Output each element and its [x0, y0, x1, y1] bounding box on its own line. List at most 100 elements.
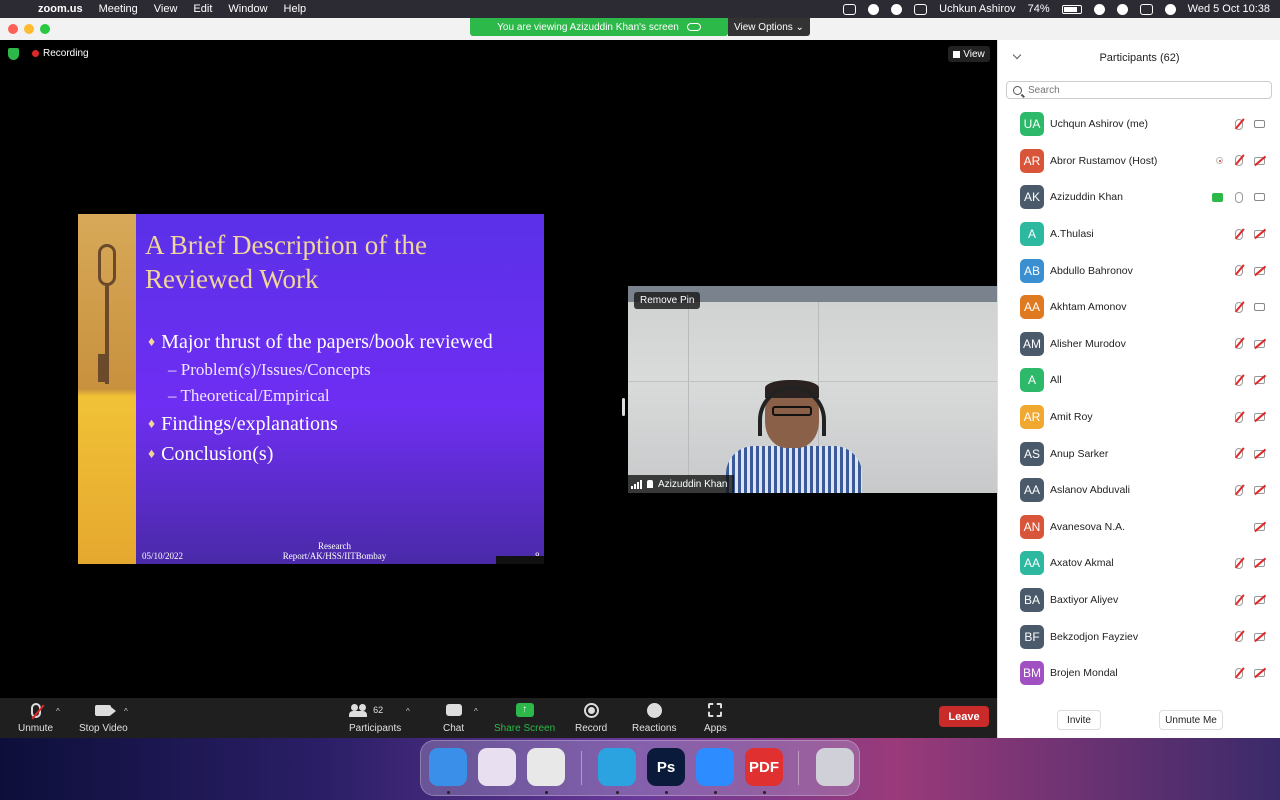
video-camera-off-icon[interactable] [1254, 266, 1265, 275]
menu-help[interactable]: Help [284, 3, 307, 15]
chat-options-caret[interactable]: ^ [474, 707, 478, 716]
zoom-status-icon[interactable] [891, 3, 903, 15]
split-view-handle[interactable] [622, 398, 625, 416]
participant-row[interactable]: AA Akhtam Amonov [998, 289, 1280, 326]
shared-screen[interactable]: A Brief Description of the Reviewed Work… [0, 214, 622, 564]
screen-share-status-icon[interactable] [843, 3, 857, 15]
participants-button[interactable]: 62 Participants [349, 701, 401, 734]
close-window-button[interactable] [8, 24, 18, 34]
chevron-down-icon[interactable] [1012, 50, 1022, 60]
dock-app-zoom[interactable] [696, 748, 734, 786]
video-camera-icon[interactable] [1254, 303, 1265, 312]
microphone-muted-icon[interactable] [1235, 411, 1243, 423]
video-camera-icon[interactable] [1254, 193, 1265, 202]
hand-icon[interactable] [914, 3, 928, 15]
maximize-window-button[interactable] [40, 24, 50, 34]
menu-user-name[interactable]: Uchkun Ashirov [939, 3, 1015, 15]
microphone-muted-icon[interactable] [1235, 301, 1243, 313]
menu-window[interactable]: Window [228, 3, 267, 15]
participant-row[interactable]: A All [998, 362, 1280, 399]
microphone-muted-icon[interactable] [1235, 484, 1243, 496]
microphone-muted-icon[interactable] [1235, 594, 1243, 606]
microphone-muted-icon[interactable] [1235, 667, 1243, 679]
stop-video-button[interactable]: Stop Video [79, 701, 128, 734]
dock-app-pdf-expert[interactable]: PDF [745, 748, 783, 786]
participant-row[interactable]: AB Abdullo Bahronov [998, 252, 1280, 289]
share-screen-button[interactable]: ↑ Share Screen [494, 701, 555, 734]
creative-cloud-icon[interactable] [868, 3, 880, 15]
video-camera-off-icon[interactable] [1254, 632, 1265, 641]
participant-row[interactable]: A A.Thulasi [998, 216, 1280, 253]
video-camera-off-icon[interactable] [1254, 156, 1265, 165]
reactions-button[interactable]: Reactions [632, 701, 676, 734]
participant-row[interactable]: AA Aslanov Abduvali [998, 472, 1280, 509]
microphone-icon[interactable] [1235, 191, 1243, 203]
participant-row[interactable]: AN Avanesova N.A. [998, 509, 1280, 546]
microphone-muted-icon[interactable] [1235, 557, 1243, 569]
menu-meeting[interactable]: Meeting [99, 3, 138, 15]
participant-row[interactable]: BF Bekzodjon Fayziev [998, 618, 1280, 655]
menu-clock[interactable]: Wed 5 Oct 10:38 [1188, 3, 1270, 15]
dock-app-launchpad[interactable] [478, 748, 516, 786]
battery-icon[interactable] [1061, 4, 1082, 14]
video-camera-off-icon[interactable] [1254, 449, 1265, 458]
microphone-muted-icon[interactable] [1235, 338, 1243, 350]
search-input[interactable] [1028, 84, 1258, 96]
dock-app-chrome[interactable] [527, 748, 565, 786]
video-camera-off-icon[interactable] [1254, 669, 1265, 678]
spotlight-search-icon[interactable] [1116, 3, 1128, 15]
microphone-muted-icon[interactable] [1235, 631, 1243, 643]
participant-row[interactable]: BA Baxtiyor Aliyev [998, 582, 1280, 619]
presentation-controls[interactable]: ≡ ▴ ✕ [496, 556, 544, 564]
view-options-button[interactable]: View Options ⌄ [728, 18, 810, 36]
remove-pin-button[interactable]: Remove Pin [634, 292, 701, 309]
shield-icon[interactable] [8, 48, 19, 60]
participant-row[interactable]: AA Axatov Akmal [998, 545, 1280, 582]
apps-button[interactable]: Apps [704, 701, 727, 734]
microphone-muted-icon[interactable] [1235, 374, 1243, 386]
dock-app-finder[interactable] [429, 748, 467, 786]
participant-list[interactable]: UA Uchqun Ashirov (me) AR Abror Rustamov (H… [998, 106, 1280, 698]
microphone-muted-icon[interactable] [1235, 118, 1243, 130]
unmute-me-button[interactable]: Unmute Me [1159, 710, 1223, 730]
microphone-muted-icon[interactable] [1235, 228, 1243, 240]
video-camera-off-icon[interactable] [1254, 339, 1265, 348]
participant-row[interactable]: AK Azizuddin Khan [998, 179, 1280, 216]
participant-row[interactable]: AS Anup Sarker [998, 435, 1280, 472]
record-button[interactable]: Record [575, 701, 607, 734]
participant-row[interactable]: AM Alisher Murodov [998, 326, 1280, 363]
recording-indicator[interactable]: Recording [32, 48, 89, 59]
participant-row[interactable]: BM Brojen Mondal [998, 655, 1280, 692]
control-center-icon[interactable] [1139, 3, 1153, 15]
dock-app-trash[interactable] [816, 748, 854, 786]
invite-button[interactable]: Invite [1057, 710, 1101, 730]
menu-app-name[interactable]: zoom.us [38, 3, 83, 15]
participant-search[interactable] [1006, 81, 1272, 99]
video-camera-off-icon[interactable] [1254, 376, 1265, 385]
leave-button[interactable]: Leave [939, 706, 989, 727]
video-camera-off-icon[interactable] [1254, 522, 1265, 531]
participant-row[interactable]: AR Abror Rustamov (Host) [998, 143, 1280, 180]
video-camera-off-icon[interactable] [1254, 413, 1265, 422]
video-camera-off-icon[interactable] [1254, 230, 1265, 239]
participants-options-caret[interactable]: ^ [406, 707, 410, 716]
video-options-caret[interactable]: ^ [124, 707, 128, 716]
microphone-muted-icon[interactable] [1235, 155, 1243, 167]
video-camera-off-icon[interactable] [1254, 486, 1265, 495]
siri-icon[interactable] [1164, 3, 1176, 15]
video-camera-icon[interactable] [1254, 120, 1265, 129]
unmute-button[interactable]: Unmute [18, 701, 53, 734]
view-layout-button[interactable]: View [948, 46, 990, 62]
wifi-icon[interactable] [1093, 3, 1105, 15]
participant-row[interactable]: UA Uchqun Ashirov (me) [998, 106, 1280, 143]
video-camera-off-icon[interactable] [1254, 559, 1265, 568]
microphone-muted-icon[interactable] [1235, 265, 1243, 277]
dock-app-telegram[interactable] [598, 748, 636, 786]
dock-app-photoshop[interactable]: Ps [647, 748, 685, 786]
video-camera-off-icon[interactable] [1254, 596, 1265, 605]
pinned-video-tile[interactable]: Remove Pin Azizuddin Khan [628, 286, 997, 493]
menu-edit[interactable]: Edit [193, 3, 212, 15]
chat-button[interactable]: Chat [443, 701, 464, 734]
participant-row[interactable]: AR Amit Roy [998, 399, 1280, 436]
microphone-muted-icon[interactable] [1235, 448, 1243, 460]
